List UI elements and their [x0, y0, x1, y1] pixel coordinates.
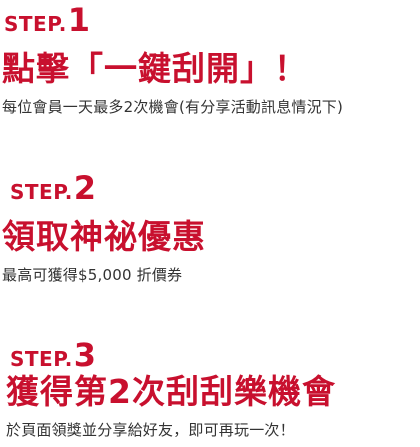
step-3-label: STEP.3	[10, 339, 96, 371]
step-2-label: STEP.2	[10, 172, 96, 204]
step-3-description: 於頁面領獎並分享給好友，即可再玩一次！	[6, 421, 295, 439]
step-number: 3	[73, 336, 97, 374]
step-2-description: 最高可獲得$5,000 折價券	[2, 266, 183, 284]
step-number: 2	[73, 169, 97, 207]
step-1-label: STEP.1	[4, 4, 90, 36]
step-1-title: 點擊「一鍵刮開」！	[2, 49, 308, 88]
step-2-title: 領取神祕優惠	[2, 217, 206, 256]
step-3-title: 獲得第2次刮刮樂機會	[6, 372, 336, 411]
step-word: STEP.	[10, 180, 73, 204]
step-1-description: 每位會員一天最多2次機會(有分享活動訊息情況下)	[2, 98, 344, 116]
step-word: STEP.	[10, 347, 73, 371]
step-word: STEP.	[4, 12, 67, 36]
step-number: 1	[67, 1, 91, 39]
